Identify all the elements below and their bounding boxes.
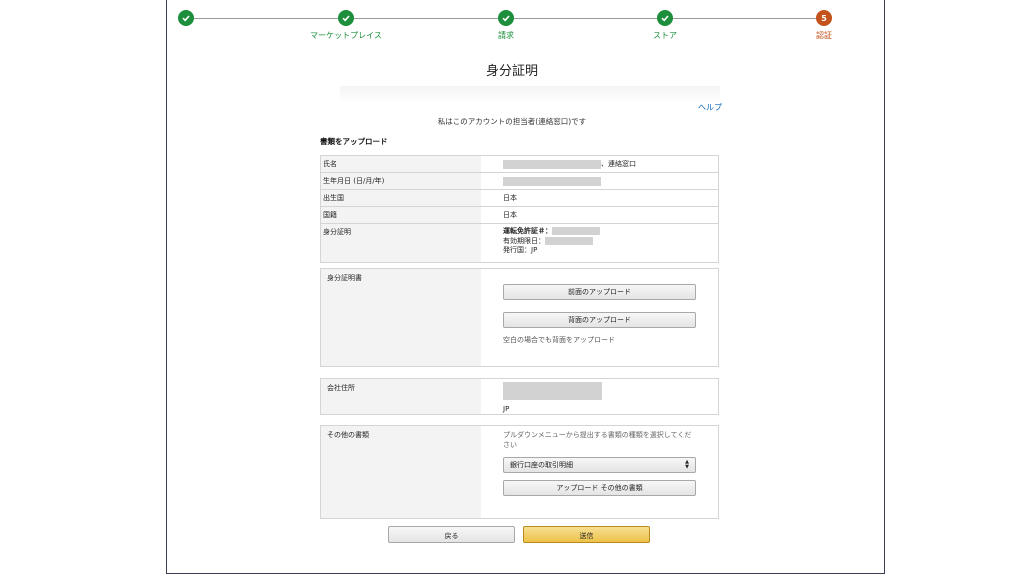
submit-button[interactable]: 送信 (523, 526, 650, 543)
info-value: 日本 (503, 194, 517, 202)
expiry-label: 有効期限日： (503, 236, 545, 245)
info-value: 日本 (503, 211, 517, 219)
info-label: 氏名 (321, 156, 481, 172)
info-value: 運転免許証＃： 有効期限日： 発行国：JP (481, 224, 718, 262)
other-documents-box: その他の書類 プルダウンメニューから提出する書類の種類を選択してください 銀行口… (320, 425, 719, 519)
upload-other-document-button[interactable]: アップロード その他の書類 (503, 480, 696, 496)
box-label: 会社住所 (321, 379, 481, 414)
step-2-label: マーケットプレイス (310, 31, 382, 40)
step-1-check-icon (178, 10, 194, 26)
section-heading: 書類をアップロード (320, 137, 388, 146)
address-country: JP (503, 405, 510, 413)
id-documents-box: 身分証明書 前面のアップロード 背面のアップロード 空白の場合でも背面をアップロ… (320, 268, 719, 367)
document-type-instruction: プルダウンメニューから提出する書類の種類を選択してください (503, 431, 692, 449)
box-body: 前面のアップロード 背面のアップロード 空白の場合でも背面をアップロード (481, 269, 718, 366)
select-value: 銀行口座の取引明細 (510, 461, 573, 469)
issuer-line: 発行国：JP (503, 246, 538, 254)
info-row-nationality: 国籍 日本 (321, 207, 718, 224)
redacted-name (503, 159, 601, 169)
upload-back-note: 空白の場合でも背面をアップロード (503, 336, 615, 344)
info-label: 出生国 (321, 190, 481, 206)
step-3-check-icon (498, 10, 514, 26)
step-4-label: ストア (653, 31, 677, 40)
info-label: 国籍 (321, 207, 481, 223)
info-value (481, 173, 718, 189)
step-5-label: 認証 (816, 31, 832, 40)
redacted-address (503, 382, 602, 400)
redacted-expiry (545, 236, 593, 245)
license-label: 運転免許証＃： (503, 227, 552, 235)
identity-info-table: 氏名 、連絡窓口 生年月日 (日/月/年) 出生国 日本 国籍 日本 身分証明 … (320, 155, 719, 263)
page-title: 身分証明 (485, 64, 538, 79)
upload-front-button[interactable]: 前面のアップロード (503, 284, 696, 300)
back-button[interactable]: 戻る (388, 526, 515, 543)
info-label: 生年月日 (日/月/年) (321, 173, 481, 189)
company-address-box: 会社住所 JP (320, 378, 719, 415)
expiry-line: 有効期限日： (503, 236, 593, 247)
help-link[interactable]: ヘルプ (698, 102, 722, 113)
box-body: プルダウンメニューから提出する書類の種類を選択してください 銀行口座の取引明細 … (481, 426, 718, 518)
info-row-id: 身分証明 運転免許証＃： 有効期限日： 発行国：JP (321, 224, 718, 262)
select-arrows-icon: ▲ ▼ (685, 459, 689, 470)
info-row-dob: 生年月日 (日/月/年) (321, 173, 718, 190)
upload-back-button[interactable]: 背面のアップロード (503, 312, 696, 328)
info-value: 、連絡窓口 (481, 156, 718, 172)
step-5-current: 5 (816, 10, 832, 26)
box-body: JP (481, 379, 718, 414)
info-label: 身分証明 (321, 224, 481, 262)
redacted-license (552, 227, 600, 235)
license-line: 運転免許証＃： (503, 227, 600, 237)
redacted-dob (503, 176, 601, 186)
step-3-label: 請求 (498, 31, 514, 40)
contact-suffix: 、連絡窓口 (601, 160, 636, 168)
title-divider (340, 86, 720, 104)
step-4-check-icon (657, 10, 673, 26)
subtitle: 私はこのアカウントの担当者(連絡窓口)です (437, 117, 587, 126)
box-label: 身分証明書 (321, 269, 481, 366)
info-row-birth-country: 出生国 日本 (321, 190, 718, 207)
document-type-select[interactable]: 銀行口座の取引明細 ▲ ▼ (503, 457, 696, 473)
info-row-name: 氏名 、連絡窓口 (321, 156, 718, 173)
box-label: その他の書類 (321, 426, 481, 518)
step-2-check-icon (338, 10, 354, 26)
